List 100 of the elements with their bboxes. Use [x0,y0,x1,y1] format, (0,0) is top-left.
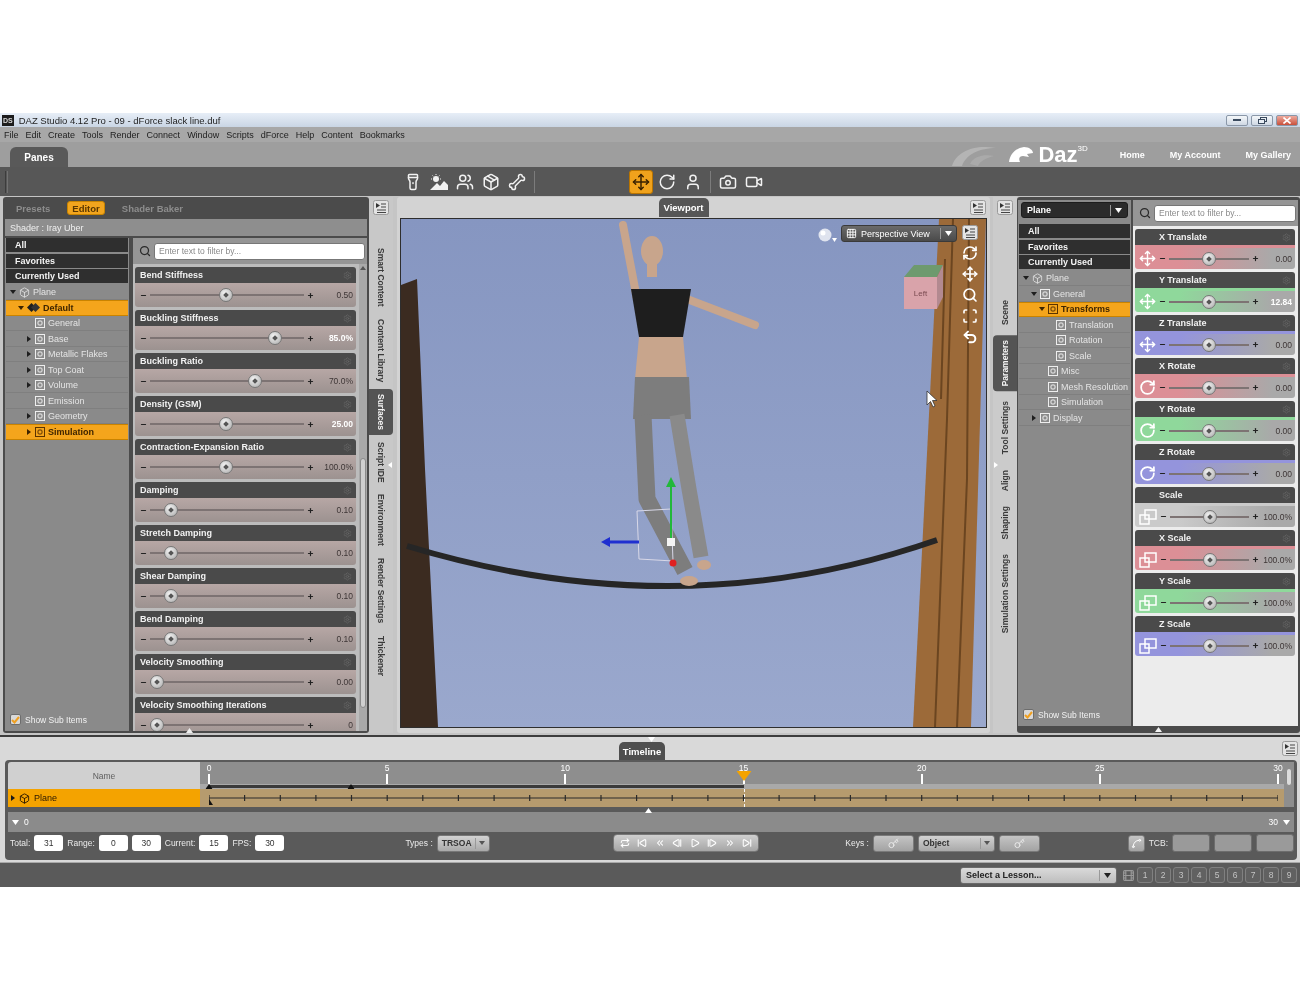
view-dropdown[interactable]: Perspective View [841,225,957,242]
side-tab[interactable]: Thickener [369,630,393,681]
menu-item[interactable]: Create [48,129,76,140]
side-tab[interactable]: Parameters [993,335,1017,392]
slider-thumb[interactable] [164,546,178,560]
plus-icon[interactable] [1252,556,1259,563]
plus-icon[interactable] [307,678,314,686]
page-button[interactable]: 7 [1245,867,1261,883]
plus-icon[interactable] [1252,513,1259,520]
minus-icon[interactable] [1159,384,1166,391]
slider-thumb[interactable] [164,632,178,646]
side-tab[interactable]: Environment [369,489,393,552]
slider-thumb[interactable] [1202,337,1216,352]
menu-item[interactable]: Tools [82,129,104,140]
menu-item[interactable]: Render [110,129,140,140]
minus-icon[interactable] [1160,556,1167,563]
slider-thumb[interactable] [164,589,178,603]
slider-thumb[interactable] [1202,380,1216,395]
timeline-tab[interactable]: Timeline [619,742,665,760]
slider-thumb[interactable] [1202,638,1217,653]
checkbox[interactable] [10,714,21,725]
minus-icon[interactable] [1159,341,1166,348]
panel-menu-icon[interactable] [962,225,978,240]
plus-icon[interactable] [1252,298,1259,305]
frame-field[interactable]: 15 [199,835,229,851]
curve-button[interactable] [1127,834,1145,852]
frame-field[interactable]: 31 [34,835,64,851]
tcb-field[interactable] [1214,834,1252,852]
page-button[interactable]: 9 [1281,867,1297,883]
side-tab[interactable]: Content Library [369,313,393,387]
plus-icon[interactable] [307,291,314,299]
filter-item[interactable]: All [6,238,128,252]
lesson-dropdown[interactable]: Select a Lesson... [960,866,1117,884]
scrollbar-thumb[interactable] [1286,768,1292,786]
side-tab[interactable]: Simulation Settings [993,549,1017,639]
frame-icon[interactable] [962,308,978,324]
scrollbar-thumb[interactable] [360,458,366,708]
vertical-scrollbar[interactable] [1284,762,1294,807]
types-dropdown[interactable]: TRSOA [436,834,490,852]
node-dropdown[interactable]: Plane [1021,202,1128,218]
plus-icon[interactable] [307,721,314,729]
slider-thumb[interactable] [164,503,178,517]
menu-item[interactable]: Scripts [226,129,254,140]
playhead-marker[interactable] [736,771,751,781]
frame-field[interactable]: 0 [98,835,128,851]
slider-thumb[interactable] [218,460,233,474]
frame-field[interactable]: 30 [131,835,161,851]
tree-item[interactable]: Simulation [6,424,128,440]
tree-item[interactable]: Default [6,300,128,316]
close-button[interactable] [1276,114,1298,126]
page-button[interactable]: 4 [1191,867,1207,883]
plus-icon[interactable] [1252,642,1259,649]
page-button[interactable]: 3 [1173,867,1189,883]
slider-thumb[interactable] [218,417,233,431]
minus-icon[interactable] [1159,470,1166,477]
side-tab[interactable]: Render Settings [369,553,393,629]
plus-icon[interactable] [1252,599,1259,606]
side-tab[interactable]: Align [993,464,1017,496]
slider-thumb[interactable] [248,374,262,388]
filter-item[interactable]: Currently Used [1019,255,1130,269]
filter-item[interactable]: Favorites [6,253,128,268]
page-button[interactable]: 1 [1137,867,1153,883]
slider-thumb[interactable] [1202,423,1216,438]
tcb-field[interactable] [1172,834,1210,852]
plus-icon[interactable] [1252,427,1259,434]
menu-item[interactable]: Edit [25,129,42,140]
side-tab[interactable]: Surfaces [369,388,393,435]
side-tab[interactable]: Shaping [993,500,1017,545]
filter-item[interactable]: Currently Used [6,269,128,283]
minus-icon[interactable] [1160,642,1167,649]
slider-thumb[interactable] [150,718,164,731]
minus-icon[interactable] [1159,255,1166,262]
slider-thumb[interactable] [1202,466,1216,481]
menu-item[interactable]: Connect [146,129,181,140]
search-field[interactable]: Enter text to filter by... [1154,204,1296,222]
plus-icon[interactable] [1252,255,1259,262]
orbit-icon[interactable] [962,245,978,261]
side-tab[interactable]: Smart Content [369,243,393,312]
add-key-button[interactable] [872,834,914,852]
page-button[interactable]: 8 [1263,867,1279,883]
plus-icon[interactable] [307,549,314,557]
plus-icon[interactable] [1252,341,1259,348]
zoom-icon[interactable] [962,287,978,303]
plus-icon[interactable] [1252,470,1259,477]
slider-thumb[interactable] [218,288,233,302]
film-icon[interactable] [1122,868,1135,882]
plus-icon[interactable] [307,377,314,385]
timeline-row[interactable]: Plane [8,789,200,807]
move-icon[interactable] [962,266,978,282]
plus-icon[interactable] [307,592,314,600]
filter-item[interactable]: Favorites [1019,239,1130,254]
slider-thumb[interactable] [150,675,164,689]
plus-icon[interactable] [307,420,314,428]
slider-thumb[interactable] [1202,595,1217,610]
minus-icon[interactable] [1160,513,1167,520]
panel-menu-icon[interactable] [997,200,1013,215]
side-tab[interactable]: Script IDE [369,436,393,488]
search-field[interactable]: Enter text to filter by... [154,242,365,260]
menu-item[interactable]: Bookmarks [359,129,405,140]
side-tab[interactable]: Scene [993,295,1017,331]
